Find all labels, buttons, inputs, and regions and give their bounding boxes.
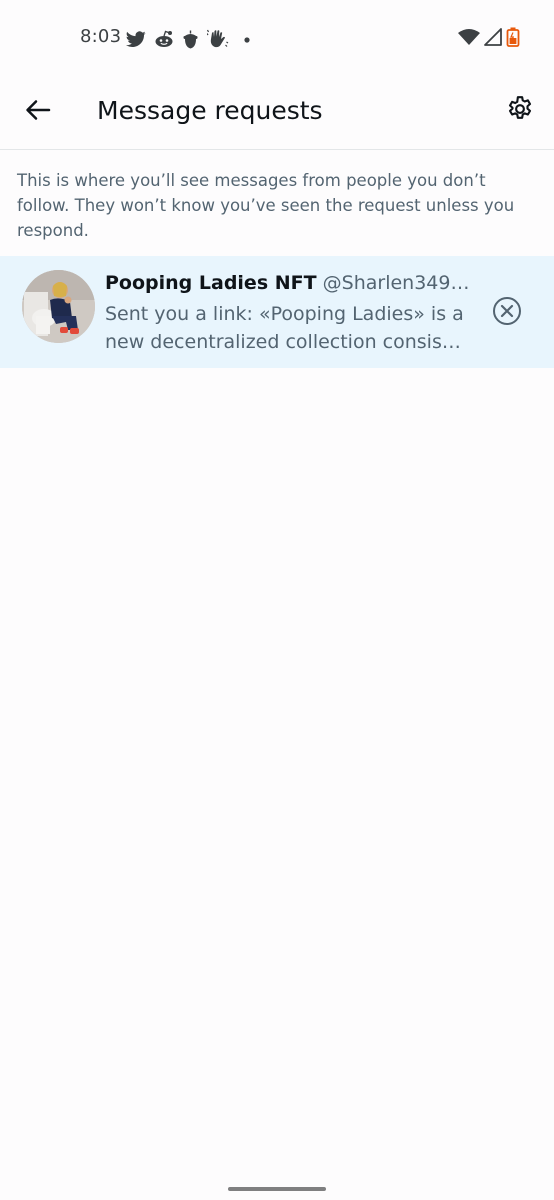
status-time: 8:03: [80, 26, 122, 47]
message-request-item[interactable]: Pooping Ladies NFT @Sharlen349… Sent you…: [0, 256, 554, 368]
status-bar: 8:03: [0, 0, 554, 78]
request-content: Pooping Ladies NFT @Sharlen349… Sent you…: [105, 270, 477, 356]
sender-handle: @Sharlen349…: [322, 272, 470, 294]
dot-icon: [237, 31, 253, 47]
close-circle-icon: [492, 296, 522, 330]
back-button[interactable]: [20, 94, 56, 130]
message-preview-line: new decentralized collection consis…: [105, 331, 461, 353]
sender-name: Pooping Ladies NFT: [105, 272, 317, 294]
waving-hand-icon: [207, 29, 229, 49]
message-preview: Sent you a link: «Pooping Ladies» is a n…: [105, 300, 477, 356]
settings-button[interactable]: [503, 94, 537, 128]
twitter-icon: [126, 30, 146, 48]
reddit-icon: [154, 30, 174, 48]
wifi-icon: [458, 28, 480, 50]
avatar[interactable]: [22, 270, 95, 343]
back-arrow-icon: [25, 99, 51, 125]
page-title: Message requests: [97, 96, 323, 125]
requests-info-text: This is where you’ll see messages from p…: [17, 171, 515, 240]
acorn-icon: [182, 30, 199, 49]
dismiss-request-button[interactable]: [492, 296, 522, 330]
notification-icons: [126, 28, 253, 50]
request-header: Pooping Ladies NFT @Sharlen349…: [105, 270, 477, 296]
message-preview-line: Sent you a link: «Pooping Ladies» is a: [105, 303, 464, 325]
system-icons: [458, 27, 520, 51]
signal-icon: [484, 28, 502, 50]
gesture-nav-handle[interactable]: [228, 1187, 326, 1191]
app-header: Message requests: [0, 78, 554, 150]
battery-icon: [506, 27, 520, 51]
gear-icon: [505, 94, 535, 128]
